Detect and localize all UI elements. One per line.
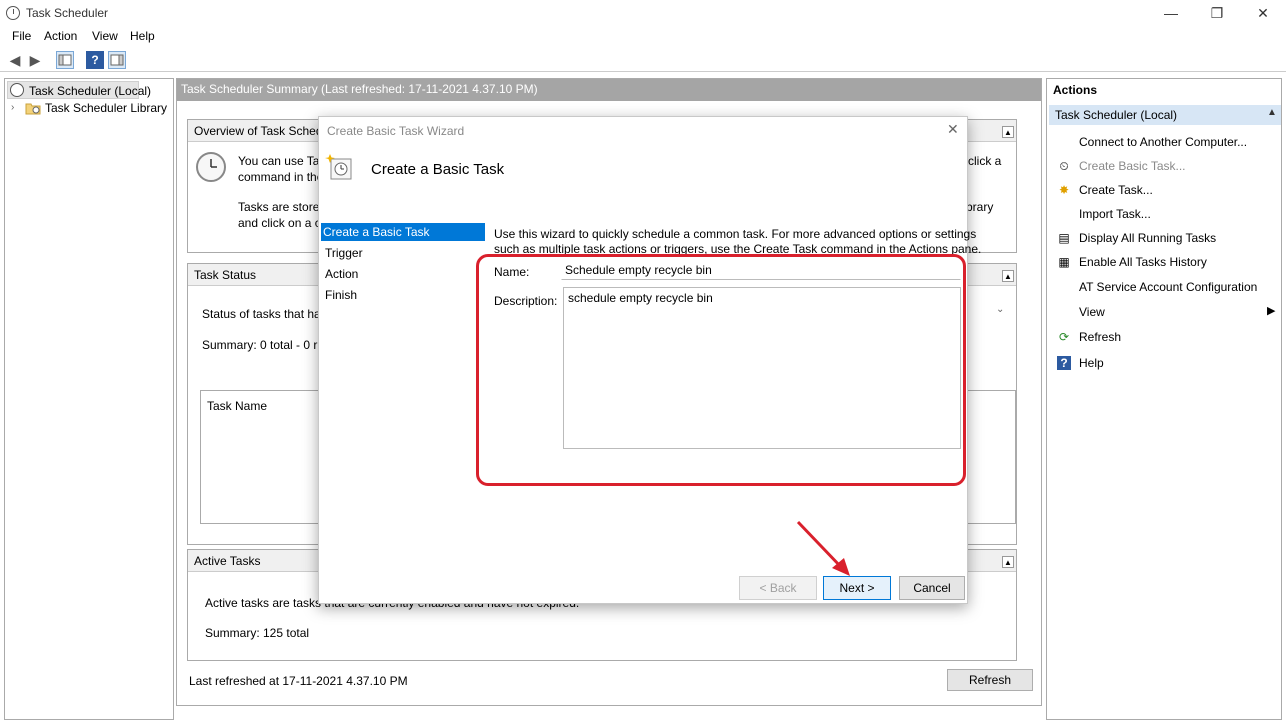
menu-view[interactable]: View: [92, 29, 118, 43]
menu-bar: File Action View Help: [0, 26, 1286, 46]
clock-icon: [6, 6, 20, 20]
collapse-up-icon[interactable]: ▲: [1267, 107, 1277, 118]
history-icon: ▦: [1058, 255, 1070, 269]
summary-header: Task Scheduler Summary (Last refreshed: …: [177, 79, 1041, 101]
action-item-create-basic-task[interactable]: ⏲ Create Basic Task...: [1049, 156, 1281, 176]
active-tasks-summary: Summary: 125 total: [205, 626, 310, 640]
menu-file[interactable]: File: [12, 29, 31, 43]
menu-help[interactable]: Help: [130, 29, 155, 43]
status-summary: Summary: 0 total - 0 run: [202, 338, 331, 352]
red-arrow-annotation: [796, 520, 850, 576]
back-arrow-icon[interactable]: ◀: [6, 51, 24, 69]
action-item-label: Import Task...: [1079, 207, 1151, 221]
clock-icon: [196, 152, 226, 182]
collapse-icon[interactable]: ▲: [1002, 556, 1014, 568]
title-bar: Task Scheduler — ❐ ✕: [0, 0, 1286, 26]
task-name-column-header[interactable]: Task Name: [207, 399, 267, 413]
step-trigger: Trigger: [325, 246, 363, 260]
wizard-heading: Create a Basic Task: [371, 161, 505, 178]
forward-arrow-icon[interactable]: ▶: [26, 51, 44, 69]
toolbar: ◀ ▶ ?: [0, 48, 1286, 72]
actions-group-header[interactable]: Task Scheduler (Local) ▲: [1049, 105, 1281, 125]
action-item-label: Display All Running Tasks: [1079, 231, 1217, 245]
console-tree: Task Scheduler (Local) › Task Scheduler …: [4, 78, 174, 720]
create-task-icon: ✸: [1058, 183, 1070, 197]
actions-pane: Actions Task Scheduler (Local) ▲ Connect…: [1046, 78, 1282, 720]
status-label: Status of tasks that have: [202, 307, 334, 321]
overview-text-2b: and click on a co: [238, 216, 328, 230]
collapse-icon[interactable]: ▲: [1002, 270, 1014, 282]
actions-heading: Actions: [1053, 83, 1098, 97]
maximize-button[interactable]: ❐: [1194, 0, 1240, 26]
action-item-label: Create Basic Task...: [1079, 159, 1186, 173]
wizard-intro-line1: Use this wizard to quickly schedule a co…: [494, 227, 977, 241]
action-item-display-all-running-tasks[interactable]: ▤ Display All Running Tasks: [1049, 228, 1281, 248]
close-icon[interactable]: ✕: [947, 121, 959, 138]
action-item-import-task[interactable]: Import Task...: [1049, 204, 1281, 224]
highlight-annotation: [476, 254, 966, 486]
action-item-label: Create Task...: [1079, 183, 1153, 197]
overview-text-1b: command in the: [238, 170, 324, 184]
refresh-button[interactable]: Refresh: [947, 669, 1033, 691]
cancel-button[interactable]: Cancel: [899, 576, 965, 600]
help-icon[interactable]: ?: [86, 51, 104, 69]
overview-title-text: Overview of Task Schedul: [194, 124, 332, 138]
tree-item-root-label: Task Scheduler (Local): [29, 84, 152, 98]
step-action: Action: [325, 267, 359, 281]
chevron-down-icon[interactable]: ⌄: [996, 304, 1004, 315]
overview-text-2c: brary: [966, 200, 994, 214]
menu-action[interactable]: Action: [44, 29, 77, 43]
actions-group-label: Task Scheduler (Local): [1055, 108, 1178, 122]
action-item-enable-all-tasks-history[interactable]: ▦ Enable All Tasks History: [1049, 252, 1281, 272]
action-item-view[interactable]: View ▶: [1049, 302, 1281, 322]
action-item-label: Enable All Tasks History: [1079, 255, 1207, 269]
wizard-task-icon: [325, 153, 353, 181]
overview-text-1c: click a: [968, 154, 1002, 168]
task-status-title-text: Task Status: [194, 268, 257, 282]
tree-item-root[interactable]: Task Scheduler (Local): [7, 81, 151, 99]
help-icon: ?: [1057, 356, 1071, 370]
step-create-basic-task: Create a Basic Task: [321, 223, 485, 241]
action-item-at-service-account-configuration[interactable]: AT Service Account Configuration: [1049, 277, 1281, 297]
tree-item-library[interactable]: Task Scheduler Library: [45, 101, 167, 115]
action-item-refresh[interactable]: ⟳ Refresh: [1049, 327, 1281, 347]
wizard-steps: Create a Basic Task Trigger Action Finis…: [319, 215, 487, 573]
action-item-label: Connect to Another Computer...: [1079, 135, 1248, 149]
refresh-icon: ⟳: [1058, 330, 1070, 344]
show-hide-console-tree-icon[interactable]: [56, 51, 74, 69]
footer-divider: [319, 561, 967, 562]
action-item-help[interactable]: ? Help: [1049, 353, 1281, 373]
collapse-icon[interactable]: ▲: [1002, 126, 1014, 138]
action-item-create-task[interactable]: ✸ Create Task...: [1049, 180, 1281, 200]
chevron-right-icon[interactable]: ›: [11, 102, 14, 113]
action-item-label: Help: [1079, 356, 1104, 370]
show-hide-action-pane-icon[interactable]: [108, 51, 126, 69]
running-tasks-icon: ▤: [1058, 231, 1070, 245]
folder-clock-icon: [25, 101, 41, 115]
wizard-header: Create Basic Task Wizard ✕ Create a Basi…: [319, 117, 967, 215]
action-item-label: Refresh: [1079, 330, 1122, 344]
wizard-window-title: Create Basic Task Wizard: [327, 124, 465, 138]
active-tasks-title-text: Active Tasks: [194, 554, 261, 568]
minimize-button[interactable]: —: [1148, 0, 1194, 26]
last-refreshed-text: Last refreshed at 17-11-2021 4.37.10 PM: [189, 674, 408, 688]
action-item-label: AT Service Account Configuration: [1079, 280, 1258, 294]
clock-icon: [10, 83, 24, 97]
action-item-connect-to-another-computer[interactable]: Connect to Another Computer...: [1049, 132, 1281, 152]
window-title: Task Scheduler: [26, 6, 109, 20]
close-button[interactable]: ✕: [1240, 0, 1286, 26]
submenu-arrow-icon: ▶: [1267, 305, 1276, 317]
create-basic-task-icon: ⏲: [1059, 159, 1069, 173]
step-finish: Finish: [325, 288, 358, 302]
action-item-label: View: [1079, 305, 1105, 319]
